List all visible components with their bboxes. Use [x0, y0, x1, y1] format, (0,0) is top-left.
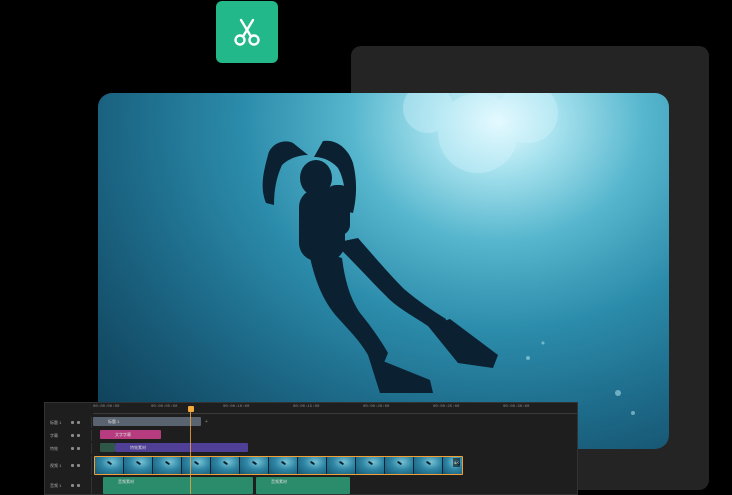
ruler-tick: 00:00:20:00	[363, 405, 390, 409]
track-audio[interactable]: 音频 1 音频素材 音频素材	[45, 477, 577, 494]
ruler-tick: 00:00:15:00	[293, 405, 320, 409]
eye-icon[interactable]	[71, 447, 74, 450]
audio-clip[interactable]: 音频素材	[256, 477, 350, 494]
video-preview[interactable]	[98, 93, 669, 449]
eye-icon[interactable]	[71, 421, 74, 424]
scissors-icon	[234, 18, 260, 46]
track-name: 字幕	[50, 432, 58, 438]
track-caption[interactable]: 字幕 文字字幕	[45, 430, 577, 441]
video-frame-thumbnail	[327, 457, 356, 474]
track-name: 特效	[50, 445, 58, 451]
track-title[interactable]: 标题 1 标题 1 +	[45, 417, 577, 428]
title-clip[interactable]: 标题 1	[93, 417, 201, 426]
video-frame-thumbnail	[385, 457, 414, 474]
track-header: 字幕	[45, 430, 92, 441]
lock-icon[interactable]	[77, 447, 80, 450]
track-header: 标题 1	[45, 417, 92, 428]
video-frame-thumbnail	[414, 457, 443, 474]
diver-scene	[262, 93, 635, 415]
eye-icon[interactable]	[71, 434, 74, 437]
cut-button[interactable]	[216, 1, 278, 63]
lock-icon[interactable]	[77, 484, 80, 487]
eye-icon[interactable]	[71, 464, 74, 467]
video-frame-thumbnail	[356, 457, 385, 474]
track-name: 音频 1	[50, 482, 62, 488]
timeline-panel[interactable]: 00:00:00:00 00:00:05:00 00:00:10:00 00:0…	[44, 402, 578, 495]
playhead-handle[interactable]	[188, 406, 194, 412]
ruler-tick: 00:00:00:00	[93, 405, 120, 409]
track-effect[interactable]: 特效 特效素材	[45, 443, 577, 454]
add-icon[interactable]: +	[205, 419, 208, 425]
effect-marker-clip[interactable]	[100, 443, 115, 452]
ruler-baseline	[93, 413, 577, 414]
video-frame-thumbnail	[269, 457, 298, 474]
track-name: 标题 1	[50, 419, 62, 425]
lock-icon[interactable]	[77, 464, 80, 467]
ruler-tick: 00:00:25:00	[433, 405, 460, 409]
lock-icon[interactable]	[77, 421, 80, 424]
video-frame-thumbnail	[124, 457, 153, 474]
video-clip[interactable]: 4K	[94, 456, 463, 475]
video-frame-thumbnail	[298, 457, 327, 474]
clip-badge: 4K	[453, 458, 460, 467]
track-video[interactable]: 视频 1 4K	[45, 456, 577, 475]
video-frame-thumbnail	[240, 457, 269, 474]
video-frame-thumbnail	[211, 457, 240, 474]
video-frame-thumbnail	[182, 457, 211, 474]
track-header: 特效	[45, 443, 92, 454]
ruler-tick: 00:00:30:00	[503, 405, 530, 409]
caption-clip[interactable]: 文字字幕	[100, 430, 161, 439]
video-frame-thumbnail	[153, 457, 182, 474]
video-frame-thumbnail	[95, 457, 124, 474]
track-header: 视频 1	[45, 456, 92, 475]
ruler-tick: 00:00:05:00	[151, 405, 178, 409]
ruler-tick: 00:00:10:00	[223, 405, 250, 409]
timeline-ruler[interactable]: 00:00:00:00 00:00:05:00 00:00:10:00 00:0…	[93, 403, 577, 413]
effect-clip[interactable]: 特效素材	[115, 443, 248, 452]
track-name: 视频 1	[50, 462, 62, 468]
lock-icon[interactable]	[77, 434, 80, 437]
playhead-line[interactable]	[190, 412, 191, 494]
audio-clip[interactable]: 音频素材	[103, 477, 253, 494]
eye-icon[interactable]	[71, 484, 74, 487]
track-header: 音频 1	[45, 477, 92, 494]
